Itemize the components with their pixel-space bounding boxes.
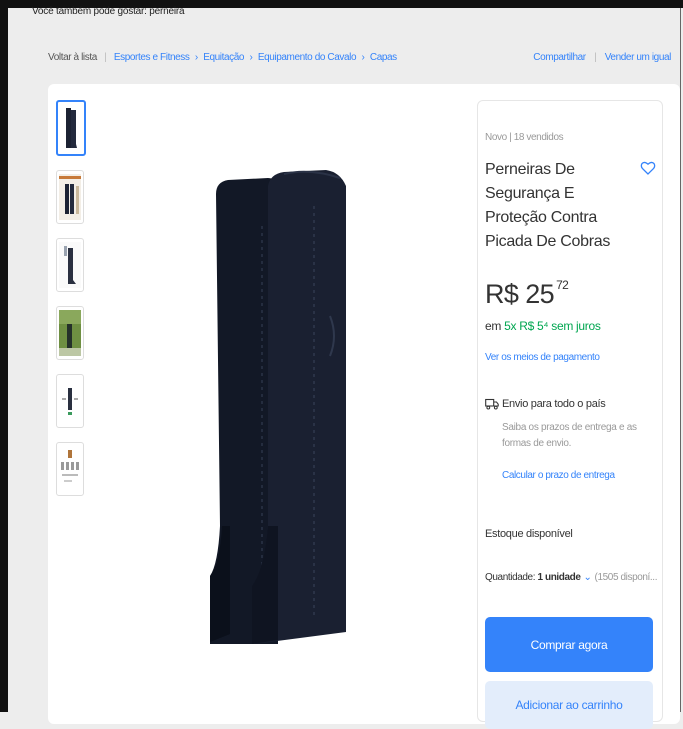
breadcrumb-separator: | <box>104 52 107 63</box>
left-dark-edge <box>0 0 8 712</box>
thumbnail-3[interactable] <box>56 238 84 292</box>
thumbnail-outdoor-image <box>59 310 81 356</box>
product-title: Perneiras De Segurança E Proteção Contra… <box>485 161 611 250</box>
price-integer: R$ 25 <box>485 279 555 309</box>
breadcrumb-chevron: › <box>194 52 198 63</box>
thumbnail-4[interactable] <box>56 306 84 360</box>
installments-highlight: 5x R$ 5⁴ sem juros <box>504 319 601 333</box>
buy-now-button[interactable]: Comprar agora <box>485 617 653 672</box>
right-edge <box>680 8 681 712</box>
thumbnail-worn-boot-image <box>59 242 81 288</box>
quantity-value[interactable]: 1 unidade <box>537 572 580 583</box>
breadcrumb-item-equitation[interactable]: Equitação <box>203 52 244 63</box>
breadcrumb: Voltar à lista | Esportes e Fitness › Eq… <box>48 52 397 63</box>
thumbnail-boots-label-image <box>59 174 81 220</box>
back-to-list-link[interactable]: Voltar à lista <box>48 52 97 63</box>
condition-sold-count: Novo | 18 vendidos <box>485 132 564 143</box>
breadcrumb-item-horse-equipment[interactable]: Equipamento do Cavalo <box>258 52 357 63</box>
shipping-description: Saiba os prazos de entrega e as formas d… <box>502 422 637 449</box>
breadcrumb-chevron: › <box>249 52 253 63</box>
share-actions: Compartilhar | Vender um igual <box>533 52 671 63</box>
breadcrumb-item-sports[interactable]: Esportes e Fitness <box>114 52 190 63</box>
thumbnail-5[interactable] <box>56 374 84 428</box>
quantity-label: Quantidade: <box>485 572 538 583</box>
shipping-title: Envio para todo o país <box>502 398 606 410</box>
thumbnail-info-image <box>59 378 81 424</box>
installments-prefix: em <box>485 319 505 333</box>
chevron-down-icon[interactable]: ⌄ <box>581 572 595 583</box>
breadcrumb-chevron: › <box>361 52 365 63</box>
add-to-cart-button[interactable]: Adicionar ao carrinho <box>485 681 653 729</box>
quantity-selector[interactable]: Quantidade: 1 unidade ⌄ (1505 disponí... <box>485 572 657 583</box>
share-link[interactable]: Compartilhar <box>533 52 586 63</box>
installments: em 5x R$ 5⁴ sem juros <box>485 319 601 333</box>
breadcrumb-item-covers[interactable]: Capas <box>370 52 397 63</box>
price: R$ 25 72 <box>485 278 569 310</box>
heart-icon[interactable] <box>640 160 656 176</box>
calculate-delivery-link[interactable]: Calcular o prazo de entrega <box>502 470 615 481</box>
thumbnail-6[interactable] <box>56 442 84 496</box>
sell-similar-link[interactable]: Vender um igual <box>605 52 672 63</box>
thumbnail-size-chart-image <box>59 446 81 492</box>
action-separator: | <box>594 52 597 63</box>
thumbnail-boots-image <box>66 108 77 148</box>
thumbnail-2[interactable] <box>56 170 84 224</box>
price-cents: 72 <box>556 278 569 292</box>
payment-methods-link[interactable]: Ver os meios de pagamento <box>485 352 600 363</box>
thumbnail-1[interactable] <box>56 100 86 156</box>
stock-label: Estoque disponível <box>485 528 573 540</box>
truck-icon <box>485 398 499 410</box>
recommendations-text: Você também pode gostar: perneira <box>32 6 185 17</box>
quantity-available: (1505 disponí... <box>594 572 658 583</box>
product-main-image[interactable] <box>180 166 380 656</box>
